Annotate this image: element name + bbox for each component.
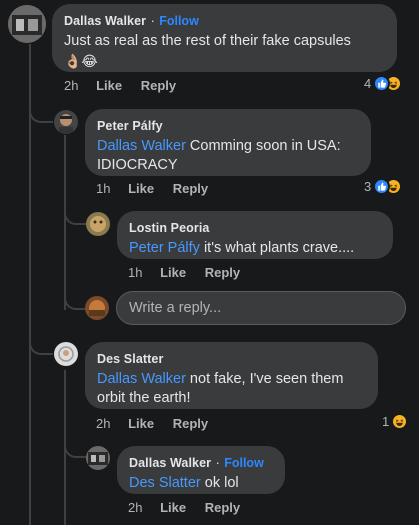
reply-input[interactable]: Write a reply... [116,291,406,325]
comment-text: Des Slatter ok lol [129,474,273,493]
timestamp[interactable]: 2h [64,78,78,93]
like-reaction-icon [373,75,391,92]
comment-author[interactable]: Peter Pálfy [97,119,163,133]
thread-elbow [29,105,53,123]
comment-body: ok lol [200,475,239,491]
comment-author[interactable]: Dallas Walker [64,14,146,28]
reply-placeholder: Write a reply... [129,300,222,316]
comment-author[interactable]: Dallas Walker [129,456,211,470]
timestamp[interactable]: 2h [128,500,142,515]
comment-bubble: Peter Pálfy Dallas Walker Comming soon i… [85,109,371,176]
like-button[interactable]: Like [96,78,122,93]
reply-button[interactable]: Reply [205,265,240,280]
avatar-image [86,446,110,470]
comment-actions: 2h Like Reply [64,78,191,93]
follow-link[interactable]: Follow [159,14,199,28]
mention-link[interactable]: Dallas Walker [97,371,186,387]
separator: · [150,14,155,28]
avatar[interactable] [8,5,46,43]
reaction-summary[interactable]: 3 [364,178,403,195]
comment-body: it's what plants crave.... [199,240,355,256]
comment-bubble: Dallas Walker · Follow Just as real as t… [52,4,397,72]
reaction-summary[interactable]: 1 [382,413,409,430]
comment-bubble: Dallas Walker · Follow Des Slatter ok lo… [117,446,285,494]
avatar-image [85,296,109,320]
comment-author[interactable]: Lostin Peoria [129,221,209,235]
mention-link[interactable]: Des Slatter [129,475,201,491]
like-reaction-icon [373,178,391,195]
comment-actions: 2h Like Reply [128,500,255,515]
mention-link[interactable]: Peter Pálfy [129,240,200,256]
avatar-image [86,212,110,236]
mention-link[interactable]: Dallas Walker [97,138,186,154]
reply-button[interactable]: Reply [173,181,208,196]
thread-elbow [29,325,53,355]
reaction-count: 3 [364,179,372,194]
thread-line [64,135,66,310]
comment-thread: Dallas Walker · Follow Just as real as t… [0,0,419,525]
avatar[interactable] [54,342,78,366]
follow-link[interactable]: Follow [224,456,264,470]
comment-actions: 1h Like Reply [128,265,255,280]
comment-author[interactable]: Des Slatter [97,352,163,366]
comment-bubble: Lostin Peoria Peter Pálfy it's what plan… [117,211,393,259]
comment-bubble: Des Slatter Dallas Walker not fake, I've… [85,342,378,409]
reaction-count: 1 [382,414,390,429]
avatar[interactable] [54,110,78,134]
avatar[interactable] [86,446,110,470]
comment-actions: 2h Like Reply [96,416,223,431]
thread-elbow [64,285,86,310]
reply-button[interactable]: Reply [173,416,208,431]
reaction-count: 4 [364,76,372,91]
thread-elbow [64,200,86,225]
timestamp[interactable]: 1h [96,181,110,196]
current-user-avatar [85,296,109,320]
comment-actions: 1h Like Reply [96,181,223,196]
separator: · [215,456,220,470]
like-button[interactable]: Like [128,181,154,196]
like-button[interactable]: Like [128,416,154,431]
comment-text: Dallas Walker Comming soon in USA: IDIOC… [97,137,359,175]
thread-elbow [64,432,86,458]
avatar-image [54,342,78,366]
avatar[interactable] [86,212,110,236]
comment-text: Dallas Walker not fake, I've seen them o… [97,370,366,408]
reply-button[interactable]: Reply [141,78,176,93]
haha-reaction-icon [391,413,409,430]
like-button[interactable]: Like [160,265,186,280]
timestamp[interactable]: 1h [128,265,142,280]
like-button[interactable]: Like [160,500,186,515]
emoji-line: 👌🏼😂 [64,54,98,70]
reaction-summary[interactable]: 4 [364,75,403,92]
avatar-image [54,110,78,134]
comment-text: Just as real as the rest of their fake c… [64,33,351,49]
comment-text: Peter Pálfy it's what plants crave.... [129,239,381,258]
timestamp[interactable]: 2h [96,416,110,431]
reply-button[interactable]: Reply [205,500,240,515]
avatar-image [8,5,46,43]
